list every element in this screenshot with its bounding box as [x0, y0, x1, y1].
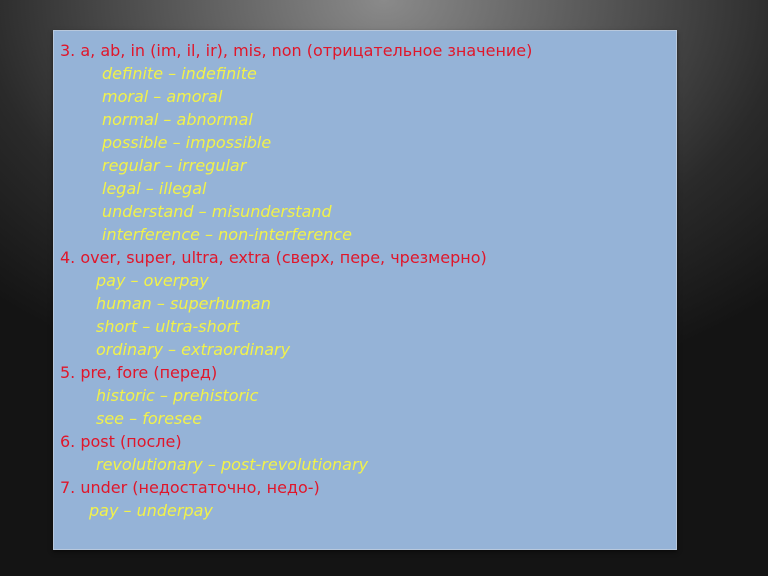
example-line: definite – indefinite — [102, 64, 257, 83]
content-panel: 3. a, ab, in (im, il, ir), mis, non (отр… — [53, 30, 677, 550]
example-line: normal – abnormal — [102, 110, 253, 129]
section-heading: 3. a, ab, in (im, il, ir), mis, non (отр… — [60, 41, 533, 60]
example-line: human – superhuman — [96, 294, 271, 313]
example-line: understand – misunderstand — [102, 202, 332, 221]
example-line: pay – overpay — [96, 271, 209, 290]
section-heading: 6. post (после) — [60, 432, 182, 451]
example-line: historic – prehistoric — [96, 386, 259, 405]
section-heading: 7. under (недостаточно, недо-) — [60, 478, 320, 497]
section-heading: 5. pre, fore (перед) — [60, 363, 218, 382]
example-line: ordinary – extraordinary — [96, 340, 291, 359]
example-line: revolutionary – post-revolutionary — [96, 455, 369, 474]
example-line: interference – non-interference — [102, 225, 352, 244]
example-line: regular – irregular — [102, 156, 247, 175]
example-line: see – foresee — [96, 409, 203, 428]
example-line: moral – amoral — [102, 87, 223, 106]
example-line: pay – underpay — [89, 501, 213, 520]
example-line: legal – illegal — [102, 179, 207, 198]
example-line: possible – impossible — [102, 133, 272, 152]
example-line: short – ultra-short — [96, 317, 240, 336]
section-heading: 4. over, super, ultra, extra (сверх, пер… — [60, 248, 487, 267]
